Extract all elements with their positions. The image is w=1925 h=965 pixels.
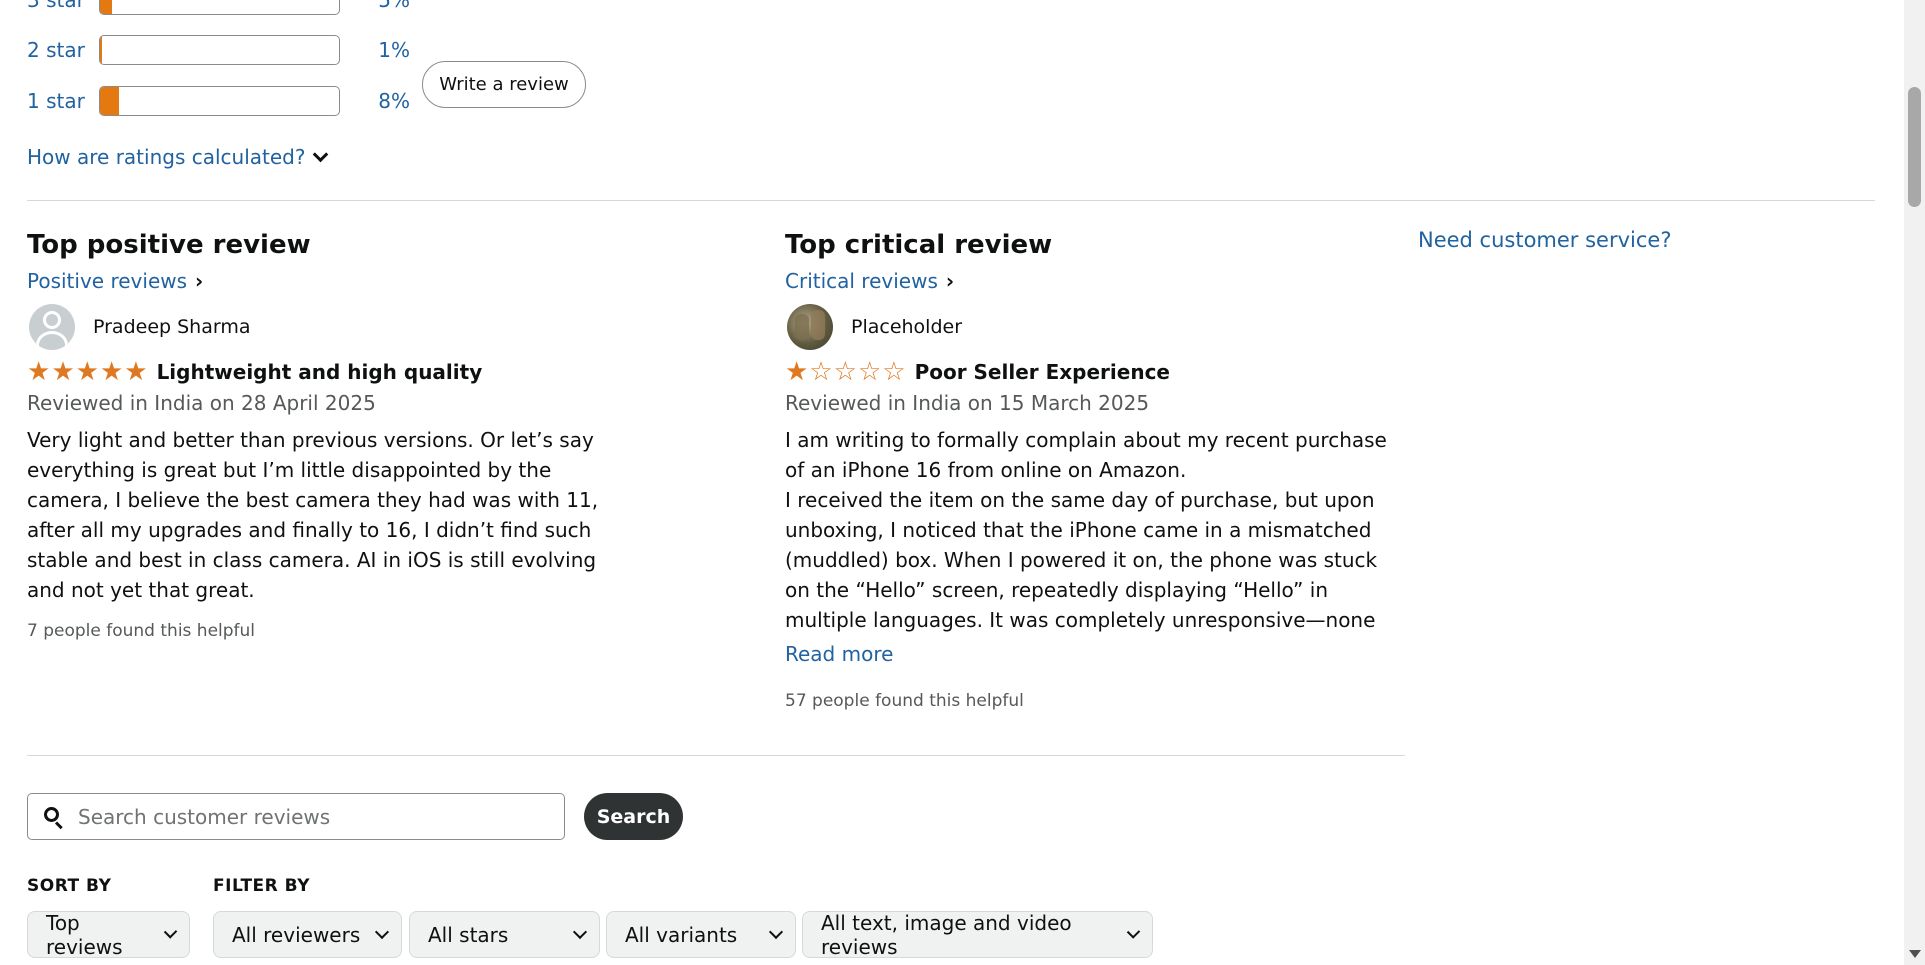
- chevron-down-icon: [313, 146, 329, 162]
- reviews-page: 3 star 5% 2 star 1% 1 star 8% Write a re…: [0, 0, 1925, 965]
- star-filled-icon: ★: [75, 357, 99, 387]
- star-filled-icon: ★: [51, 357, 75, 387]
- chevron-down-icon: [768, 924, 784, 939]
- star-empty-icon: ☆: [882, 357, 906, 387]
- search-icon-handle: [54, 820, 63, 829]
- need-customer-service-link[interactable]: Need customer service?: [1418, 228, 1672, 252]
- sort-dropdown-value: Top reviews: [46, 910, 123, 959]
- search-box[interactable]: [27, 793, 565, 840]
- avatar-photo-detail: [811, 310, 825, 340]
- histogram-row-1-star[interactable]: 1 star 8%: [27, 86, 410, 116]
- review-title-row[interactable]: ★ ★ ★ ★ ★ Lightweight and high quality: [27, 355, 647, 389]
- scrollbar-thumb[interactable]: [1908, 87, 1921, 207]
- how-ratings-calculated-label: How are ratings calculated?: [27, 145, 306, 169]
- search-button[interactable]: Search: [584, 793, 683, 840]
- star-rating[interactable]: ★ ☆ ☆ ☆ ☆: [785, 359, 906, 385]
- helpful-count: 57 people found this helpful: [785, 691, 1024, 711]
- review-body: Very light and better than previous vers…: [27, 428, 599, 602]
- review-date: Reviewed in India on 28 April 2025: [27, 391, 376, 415]
- variant-filter-value: All variants: [625, 922, 738, 947]
- media-filter-value: All text, image and video reviews: [821, 910, 1072, 959]
- chevron-down-icon: [374, 924, 390, 939]
- star-empty-icon: ☆: [833, 357, 857, 387]
- star-empty-icon: ☆: [857, 357, 882, 387]
- read-more-link[interactable]: Read more: [785, 639, 1405, 669]
- section-title: Top positive review: [27, 230, 311, 260]
- top-positive-review: Top positive review Positive reviews › P…: [27, 225, 647, 641]
- review-body: I am writing to formally complain about …: [785, 425, 1390, 635]
- reviewer-filter-dropdown[interactable]: All reviewers: [213, 911, 402, 958]
- helpful-count: 7 people found this helpful: [27, 621, 256, 641]
- histogram-label[interactable]: 3 star: [27, 0, 99, 12]
- histogram-percent[interactable]: 1%: [340, 38, 410, 62]
- reviewer-profile[interactable]: Placeholder: [785, 301, 1405, 353]
- histogram-label[interactable]: 1 star: [27, 89, 99, 113]
- avatar: [29, 304, 75, 350]
- histogram-bar[interactable]: [99, 0, 340, 15]
- search-reviews-input[interactable]: [78, 804, 538, 829]
- section-divider: [27, 755, 1405, 756]
- star-filled-icon: ★: [27, 357, 51, 387]
- variant-filter-dropdown[interactable]: All variants: [606, 911, 796, 958]
- reviewer-filter-value: All reviewers: [232, 922, 361, 947]
- review-date: Reviewed in India on 15 March 2025: [785, 391, 1150, 415]
- sort-by-heading: SORT BY: [27, 876, 112, 896]
- chevron-down-icon: [572, 924, 588, 939]
- histogram-bar[interactable]: [99, 35, 340, 65]
- person-icon-body: [36, 331, 68, 350]
- star-filled-icon: ★: [124, 357, 148, 387]
- star-filter-dropdown[interactable]: All stars: [409, 911, 600, 958]
- review-body-paragraph: I received the item on the same day of p…: [785, 488, 1378, 632]
- chevron-right-icon: ›: [195, 269, 204, 293]
- vertical-scrollbar[interactable]: [1904, 0, 1925, 965]
- histogram-row-3-star[interactable]: 3 star 5%: [27, 0, 410, 15]
- media-filter-dropdown[interactable]: All text, image and video reviews: [802, 910, 1153, 959]
- search-icon: [44, 806, 64, 829]
- section-title: Top critical review: [785, 230, 1053, 260]
- how-ratings-calculated-link[interactable]: How are ratings calculated?: [27, 145, 329, 169]
- star-filter-value: All stars: [428, 922, 509, 947]
- chevron-right-icon: ›: [945, 269, 955, 293]
- review-title[interactable]: Poor Seller Experience: [915, 360, 1170, 384]
- star-empty-icon: ☆: [809, 357, 833, 387]
- histogram-percent[interactable]: 8%: [340, 89, 410, 113]
- avatar-photo-detail: [795, 314, 809, 340]
- positive-reviews-link-label: Positive reviews: [27, 269, 188, 293]
- histogram-bar[interactable]: [99, 86, 340, 116]
- sort-dropdown[interactable]: Top reviews: [27, 910, 190, 959]
- review-title-row[interactable]: ★ ☆ ☆ ☆ ☆ Poor Seller Experience: [785, 355, 1405, 389]
- reviewer-name: Pradeep Sharma: [93, 316, 251, 338]
- histogram-bar-fill: [100, 36, 103, 64]
- positive-reviews-link[interactable]: Positive reviews ›: [27, 265, 203, 297]
- search-icon-ring: [44, 806, 59, 822]
- histogram-bar-fill: [100, 0, 112, 14]
- section-divider: [27, 200, 1875, 201]
- star-filled-icon: ★: [99, 357, 124, 387]
- histogram-label[interactable]: 2 star: [27, 38, 99, 62]
- review-body-paragraph: I am writing to formally complain about …: [785, 428, 1387, 482]
- avatar: [787, 304, 833, 350]
- scroll-down-arrow-icon[interactable]: [1909, 950, 1921, 958]
- histogram-row-2-star[interactable]: 2 star 1%: [27, 35, 410, 65]
- chevron-down-icon: [163, 924, 178, 939]
- person-icon: [43, 311, 61, 329]
- reviewer-name: Placeholder: [851, 316, 963, 338]
- critical-reviews-link-label: Critical reviews: [785, 269, 938, 293]
- critical-reviews-link[interactable]: Critical reviews ›: [785, 265, 954, 297]
- review-title[interactable]: Lightweight and high quality: [157, 360, 483, 384]
- reviewer-profile[interactable]: Pradeep Sharma: [27, 301, 647, 353]
- histogram-percent[interactable]: 5%: [340, 0, 410, 12]
- filter-by-heading: FILTER BY: [213, 876, 311, 896]
- star-filled-icon: ★: [785, 357, 809, 387]
- histogram-bar-fill: [100, 87, 120, 115]
- write-review-button[interactable]: Write a review: [422, 61, 586, 108]
- top-critical-review: Top critical review Critical reviews › P…: [785, 225, 1405, 711]
- chevron-down-icon: [1126, 924, 1141, 939]
- star-rating[interactable]: ★ ★ ★ ★ ★: [27, 359, 148, 385]
